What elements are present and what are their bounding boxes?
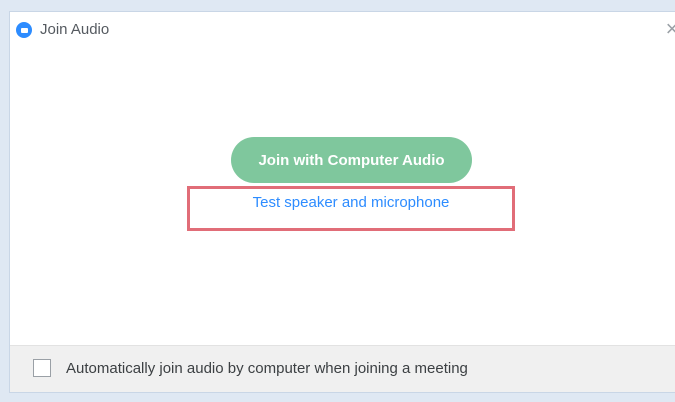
zoom-logo-icon	[16, 22, 32, 38]
close-icon[interactable]: ×	[660, 18, 675, 42]
dialog-title: Join Audio	[40, 21, 110, 38]
auto-join-audio-checkbox[interactable]	[33, 359, 51, 377]
join-audio-dialog: Join Audio × Join with Computer Audio Te…	[9, 11, 675, 393]
title-bar: Join Audio ×	[10, 12, 675, 48]
join-with-computer-audio-button[interactable]: Join with Computer Audio	[231, 137, 472, 183]
test-speaker-microphone-link[interactable]: Test speaker and microphone	[187, 194, 515, 211]
auto-join-audio-label: Automatically join audio by computer whe…	[66, 360, 468, 377]
dialog-footer: Automatically join audio by computer whe…	[10, 345, 675, 392]
